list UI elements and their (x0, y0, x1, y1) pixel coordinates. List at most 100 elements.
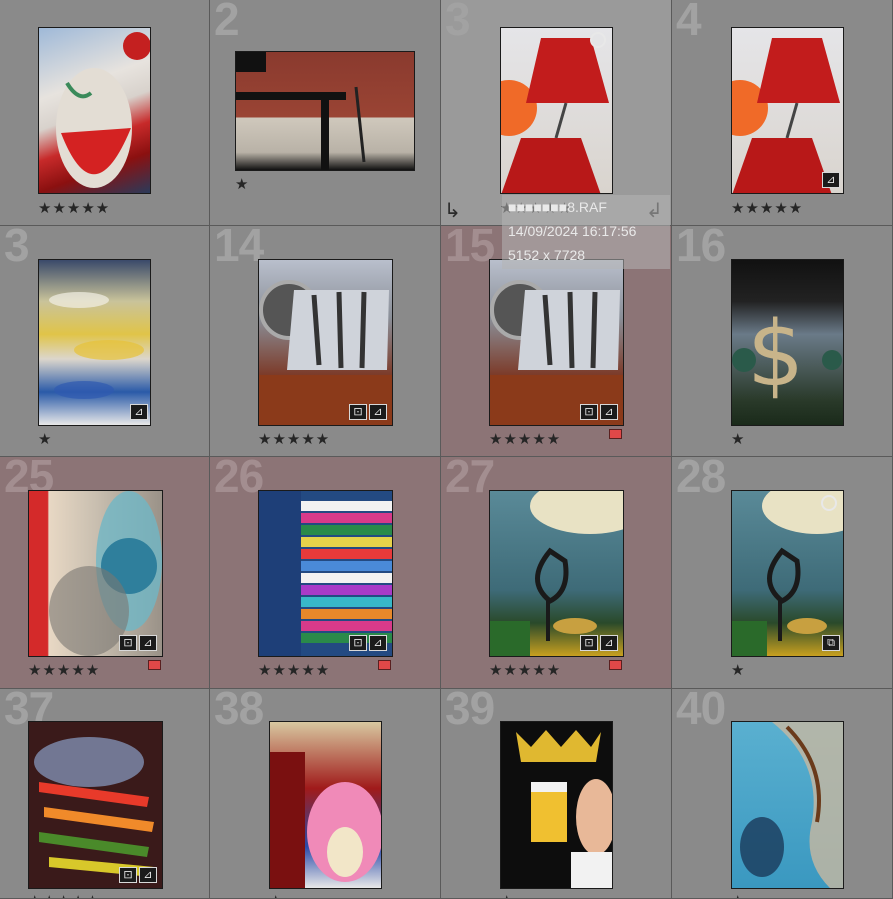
cell-index: 38 (214, 689, 264, 734)
develop-adjust-icon[interactable]: ⊿ (139, 867, 157, 883)
badge-group: ⧉ (822, 635, 840, 651)
cell-index: 40 (676, 689, 726, 734)
grid-cell[interactable]: 39 ★ (441, 689, 672, 899)
grid-cell[interactable]: 3 ⊿ ★ (0, 226, 210, 457)
badge-group: ⊡ ⊿ (349, 404, 387, 420)
thumbnail[interactable] (731, 27, 844, 194)
red-mask-photo-icon (56, 32, 150, 188)
thumbnail[interactable] (28, 490, 163, 657)
info-filename: ■■■■■■■8.RAF (508, 199, 607, 215)
thumbnail[interactable] (258, 490, 393, 657)
thumbnail[interactable] (489, 259, 624, 426)
teal-vessel-photo-icon (490, 491, 623, 656)
badge-group: ⊡ ⊿ (580, 635, 618, 651)
thumbnail[interactable] (235, 51, 415, 171)
develop-adjust-icon[interactable]: ⊿ (139, 635, 157, 651)
cell-index: 28 (676, 457, 726, 502)
develop-adjust-icon[interactable]: ⊿ (369, 635, 387, 651)
thumbnail[interactable] (500, 721, 613, 889)
develop-adjust-icon[interactable]: ⊿ (600, 635, 618, 651)
cell-index: 3 (445, 0, 471, 45)
colorful-spoons-photo-icon (34, 737, 154, 877)
thumbnail[interactable] (731, 490, 844, 657)
cell-index: 16 (676, 226, 726, 271)
grid-cell[interactable]: 27 ⊡ ⊿ ★★★★★ (441, 457, 672, 689)
chrome-cup-photo-icon (259, 280, 392, 425)
star-rating[interactable]: ★★★★★ (489, 663, 561, 678)
grid-cell[interactable]: 37 ⊡ ⊿ ★★★★★ (0, 689, 210, 899)
grid-cell[interactable]: 14 ⊡ ⊿ ★★★★★ (210, 226, 441, 457)
grid-cell[interactable]: 38 ★ (210, 689, 441, 899)
develop-adjust-icon[interactable]: ⊿ (822, 172, 840, 188)
crop-icon[interactable]: ⊡ (349, 635, 367, 651)
grid-cell[interactable]: 3 ↳ ↲ ★★★★★ (441, 0, 672, 226)
thumbnail[interactable] (38, 27, 151, 194)
brick-wall-photo-icon (236, 52, 366, 170)
cell-index: 14 (214, 226, 264, 271)
hover-info-tooltip: ■■■■■■■8.RAF 14/09/2024 16:17:56 5152 x … (502, 195, 670, 269)
thumbnail[interactable] (38, 259, 151, 426)
teal-vessel-photo-icon (732, 491, 843, 656)
thumbnail[interactable]: $ (731, 259, 844, 426)
thumbnail[interactable] (489, 490, 624, 657)
crop-icon[interactable]: ⊡ (119, 867, 137, 883)
star-rating[interactable]: ★ (731, 663, 745, 678)
star-rating[interactable]: ★★★★★ (731, 201, 803, 216)
thumbnail[interactable] (500, 27, 613, 194)
badge-group: ⊡ ⊿ (580, 404, 618, 420)
virtual-copy-icon[interactable]: ⧉ (822, 635, 840, 651)
star-rating[interactable]: ★ (731, 432, 745, 447)
grid-cell[interactable]: 28 ⧉ ★ (672, 457, 893, 689)
develop-adjust-icon[interactable]: ⊿ (130, 404, 148, 420)
develop-adjust-icon[interactable]: ⊿ (600, 404, 618, 420)
color-label-red (148, 660, 161, 670)
painted-plate-photo-icon (270, 752, 381, 888)
cell-index: 4 (676, 0, 702, 45)
star-rating[interactable]: ★ (235, 177, 249, 192)
thumbnail[interactable] (28, 721, 163, 889)
star-rating[interactable]: ★★★★★ (28, 663, 100, 678)
cell-index: 3 (4, 226, 30, 271)
red-lamp-photo-icon (501, 38, 609, 193)
badge-group: ⊡ ⊿ (119, 635, 157, 651)
color-label-red (609, 660, 622, 670)
quick-collection-circle-icon[interactable] (590, 32, 606, 48)
rotate-left-icon[interactable]: ↳ (444, 198, 461, 222)
thumbnail[interactable] (731, 721, 844, 889)
grid-cell[interactable]: ★★★★★ (0, 0, 210, 226)
quick-collection-circle-icon[interactable] (821, 495, 837, 511)
crop-icon[interactable]: ⊡ (349, 404, 367, 420)
star-rating[interactable]: ★★★★★ (258, 663, 330, 678)
star-rating[interactable]: ★ (269, 894, 283, 898)
cell-index: 27 (445, 457, 495, 502)
blurred-crowd-photo-icon (49, 292, 144, 399)
grid-cell[interactable]: 4 ⊿ ★★★★★ (672, 0, 893, 226)
striped-fabric-photo-icon (259, 491, 392, 656)
crop-icon[interactable]: ⊡ (119, 635, 137, 651)
grid-cell[interactable]: 16 $ ★ (672, 226, 893, 457)
svg-text:$: $ (747, 302, 804, 407)
blue-glass-photo-icon (49, 491, 162, 656)
star-rating[interactable]: ★★★★★ (38, 201, 110, 216)
star-rating[interactable]: ★ (500, 894, 514, 898)
star-rating[interactable]: ★ (731, 894, 745, 898)
star-rating[interactable]: ★★★★★ (489, 432, 561, 447)
grid-cell[interactable]: 40 ★ (672, 689, 893, 899)
grid-cell[interactable]: 2 ★ (210, 0, 441, 226)
thumbnail[interactable] (258, 259, 393, 426)
star-rating[interactable]: ★★★★★ (28, 894, 100, 898)
develop-adjust-icon[interactable]: ⊿ (369, 404, 387, 420)
red-lamp-photo-icon (732, 38, 840, 193)
info-datetime: 14/09/2024 16:17:56 (508, 223, 637, 239)
chrome-cup-photo-icon (490, 280, 623, 425)
grid-cell[interactable]: 25 ⊡ ⊿ ★★★★★ (0, 457, 210, 689)
cell-index: 15 (445, 226, 495, 271)
grid-cell[interactable]: 26 ⊡ ⊿ ★★★★★ (210, 457, 441, 689)
crop-icon[interactable]: ⊡ (580, 404, 598, 420)
badge-group: ⊡ ⊿ (349, 635, 387, 651)
thumbnail[interactable] (269, 721, 382, 889)
star-rating[interactable]: ★★★★★ (258, 432, 330, 447)
cell-index: 2 (214, 0, 240, 45)
star-rating[interactable]: ★ (38, 432, 52, 447)
crop-icon[interactable]: ⊡ (580, 635, 598, 651)
